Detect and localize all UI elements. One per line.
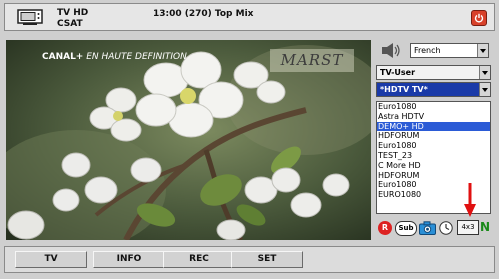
chevron-down-icon[interactable] [477,44,488,57]
list-item[interactable]: TEST_23 [377,151,490,161]
channel-info-bar: TV HD CSAT 13:00 (270) Top Mix [4,3,495,31]
channel-group-value: *HDTV TV* [380,85,428,94]
chevron-down-icon[interactable] [479,83,490,96]
camera-icon[interactable] [419,221,436,235]
list-item[interactable]: Astra HDTV [377,112,490,122]
overlay-brand: CANAL+ [42,52,84,62]
info-button[interactable]: INFO [93,251,165,268]
network-status-icon: N [480,220,491,234]
list-item[interactable]: HDFORUM [377,131,490,141]
record-icon[interactable]: R [378,221,392,235]
channel-group-select[interactable]: *HDTV TV* [376,82,491,97]
overlay-text: EN HAUTE DEFINITION [86,52,187,62]
channel-name: TV HD [57,8,89,18]
status-icon-row: R Sub 4x3 N [376,218,493,238]
audio-language-value: French [414,46,441,55]
list-item[interactable]: HDFORUM [377,171,490,181]
audio-language-select[interactable]: French [410,43,489,58]
subtitles-icon[interactable]: Sub [395,221,417,236]
chevron-down-icon[interactable] [479,66,490,79]
tv-icon [17,9,43,25]
user-profile-select[interactable]: TV-User [376,65,491,80]
speaker-icon[interactable] [380,42,402,59]
annotation-arrow-icon [464,183,476,217]
set-button[interactable]: SET [231,251,303,268]
broadcast-overlay: CANAL+ EN HAUTE DEFINITION [42,52,187,62]
video-display[interactable]: CANAL+ EN HAUTE DEFINITION MARST [6,40,371,240]
channel-provider: CSAT [57,19,83,29]
list-item[interactable]: Euro1080 [377,102,490,112]
user-profile-value: TV-User [380,68,416,77]
rec-button[interactable]: REC [163,251,235,268]
list-item[interactable]: C More HD [377,161,490,171]
list-item[interactable]: Euro1080 [377,141,490,151]
aspect-ratio-button[interactable]: 4x3 [457,220,479,235]
tv-button[interactable]: TV [15,251,87,268]
watermark: MARST [270,49,354,72]
control-button-bar: TV INFO REC SET [4,246,495,273]
now-playing-program: 13:00 (270) Top Mix [153,9,254,19]
clock-icon[interactable] [439,221,453,235]
tv-application-window: TV HD CSAT 13:00 (270) Top Mix CANAL+ EN… [0,0,499,279]
power-button[interactable] [471,10,487,26]
list-item-selected[interactable]: DEMO+ HD [377,121,490,132]
power-icon [474,13,484,23]
